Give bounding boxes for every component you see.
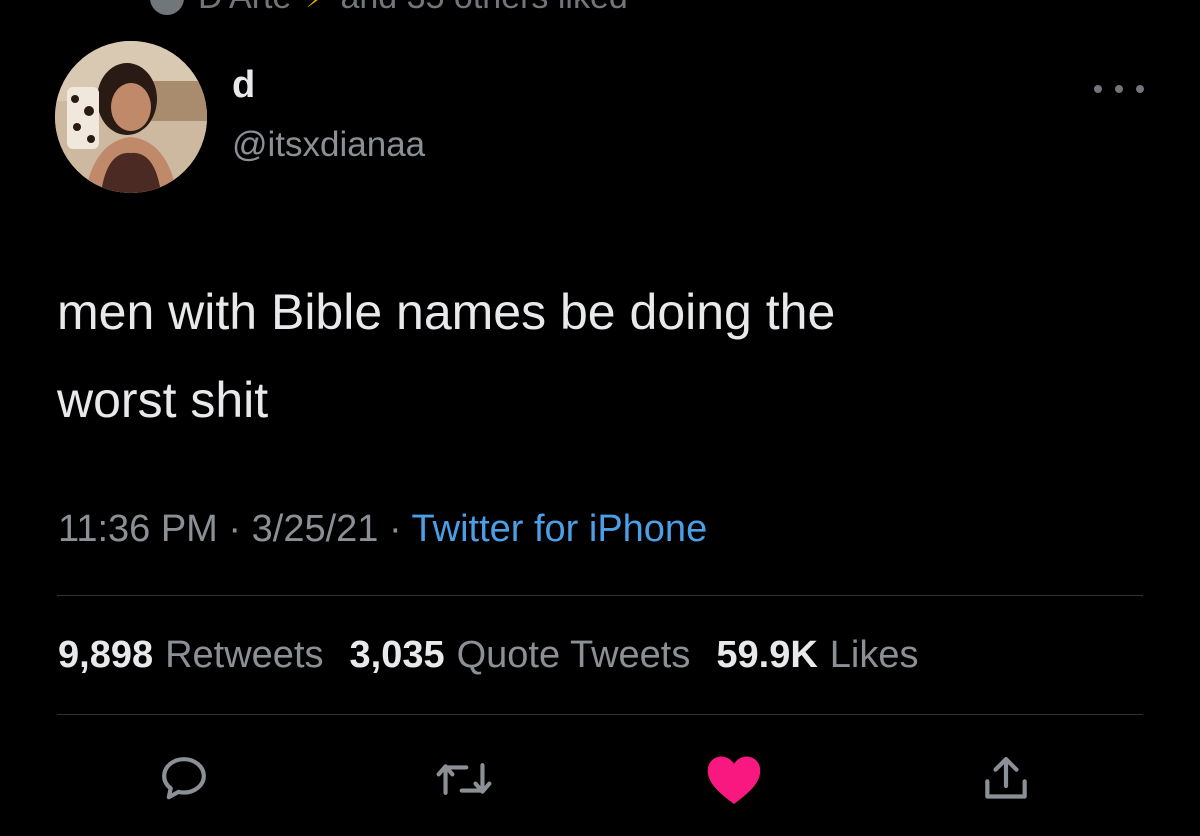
social-context-name: D'Arte <box>198 0 291 17</box>
user-handle[interactable]: @itsxdianaa <box>232 127 425 162</box>
retweet-button[interactable] <box>434 749 494 809</box>
divider <box>57 595 1143 596</box>
liked-by-icon <box>150 0 184 15</box>
quote-tweets-label: Quote Tweets <box>456 634 691 676</box>
share-button[interactable] <box>976 749 1036 809</box>
likes-stat[interactable]: 59.9K Likes <box>716 634 918 677</box>
retweet-arrows-icon <box>436 763 492 795</box>
social-context[interactable]: D'Arte ⚡ and 35 others liked <box>150 0 628 17</box>
retweets-stat[interactable]: 9,898 Retweets <box>58 634 324 677</box>
ellipsis-dot <box>1136 85 1144 93</box>
likes-count: 59.9K <box>716 634 818 676</box>
display-name[interactable]: d <box>232 66 255 104</box>
share-upload-icon <box>985 757 1027 799</box>
lightning-emoji-icon: ⚡ <box>305 0 326 15</box>
avatar-photo <box>55 41 207 193</box>
meta-separator: · <box>228 508 242 550</box>
retweets-label: Retweets <box>165 634 324 676</box>
divider <box>57 714 1143 715</box>
tweet-text: men with Bible names be doing the worst … <box>57 268 1137 444</box>
tweet-date[interactable]: 3/25/21 <box>252 508 379 550</box>
quote-tweets-stat[interactable]: 3,035 Quote Tweets <box>350 634 691 677</box>
engagement-stats: 9,898 Retweets 3,035 Quote Tweets 59.9K Lik… <box>58 634 945 677</box>
meta-separator: · <box>388 508 402 550</box>
reply-button[interactable] <box>154 749 214 809</box>
ellipsis-dot <box>1115 85 1123 93</box>
avatar[interactable] <box>55 41 207 193</box>
likes-label: Likes <box>829 634 919 676</box>
tweet-text-line: worst shit <box>57 372 269 428</box>
retweets-count: 9,898 <box>58 634 154 676</box>
social-context-text: and 35 others liked <box>340 0 627 17</box>
quote-tweets-count: 3,035 <box>349 634 445 676</box>
ellipsis-icon <box>1094 85 1102 93</box>
speech-bubble-icon <box>162 757 206 800</box>
tweet-source-link[interactable]: Twitter for iPhone <box>412 508 708 550</box>
heart-icon <box>707 756 761 804</box>
tweet-metadata: 11:36 PM · 3/25/21 · Twitter for iPhone <box>58 508 707 551</box>
tweet-time[interactable]: 11:36 PM <box>58 508 218 550</box>
tweet-text-line: men with Bible names be doing the <box>57 284 836 340</box>
like-button[interactable] <box>704 749 764 809</box>
more-options-button[interactable] <box>1094 74 1144 104</box>
